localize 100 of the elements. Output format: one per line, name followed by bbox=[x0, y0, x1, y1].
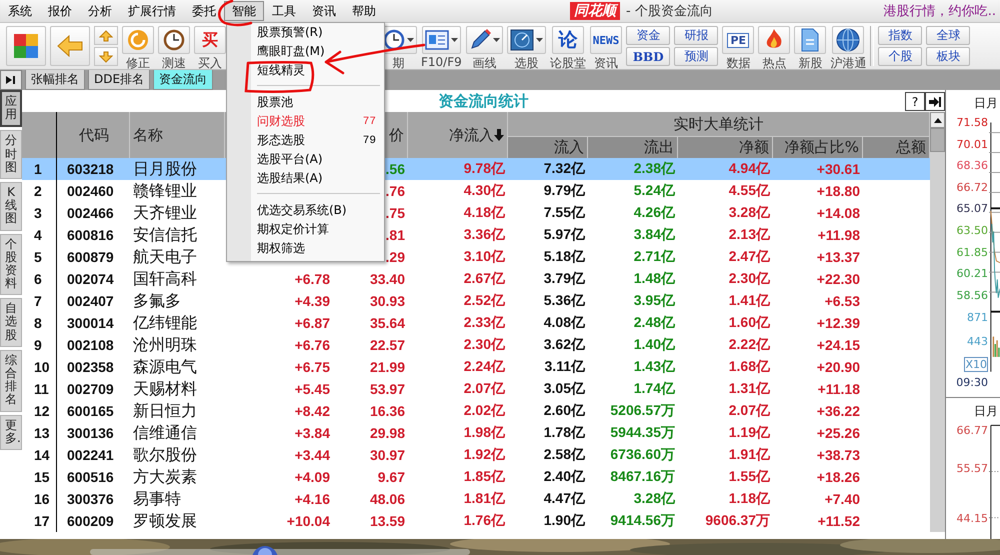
menu-item[interactable]: 帮助 bbox=[344, 1, 384, 21]
table-row[interactable]: 17 600209 罗顿发展 +10.04 13.59 1.76亿 1.90亿 9414.56万 9606.37万 +11.52 bbox=[22, 510, 930, 532]
menu-item[interactable]: 资讯 bbox=[304, 1, 344, 21]
column-header[interactable]: 流入 bbox=[508, 136, 588, 158]
menu-item[interactable]: 问财选股 77 bbox=[227, 112, 384, 131]
menu-item[interactable]: 智能 bbox=[224, 1, 264, 21]
toolbar-button[interactable]: 板块 bbox=[926, 47, 970, 66]
toolbar-button[interactable]: BBD bbox=[626, 47, 670, 66]
table-cell: 5 bbox=[34, 249, 42, 265]
column-header[interactable]: 净额 bbox=[678, 136, 773, 158]
sidebar-tab[interactable]: 更多.. bbox=[0, 414, 22, 450]
menu-item[interactable]: 期权定价计算 bbox=[227, 220, 384, 239]
table-cell: +13.37 bbox=[816, 249, 860, 265]
sidebar-tab[interactable]: 分时图 bbox=[0, 130, 22, 179]
tab[interactable]: DDE排名 bbox=[88, 70, 150, 90]
scrollbar-thumb[interactable] bbox=[930, 128, 945, 152]
sidebar-tab[interactable]: K线图 bbox=[0, 182, 22, 230]
table-row[interactable]: 14 002241 歌尔股份 +3.44 30.97 1.92亿 2.58亿 6736.60万 1.91亿 +38.73 bbox=[22, 444, 930, 466]
table-row[interactable]: 6 002074 国轩高科 +6.78 33.40 2.67亿 3.79亿 1.48亿 2.30亿 +22.30 bbox=[22, 268, 930, 290]
table-row[interactable]: 16 300376 易事特 +4.16 48.06 1.81亿 4.47亿 3.28亿 1.18亿 +7.40 bbox=[22, 488, 930, 510]
menu-item[interactable]: 鹰眼盯盘(M) bbox=[227, 42, 384, 61]
table-cell: 3.28亿 bbox=[728, 204, 770, 222]
table-cell: 002407 bbox=[67, 293, 114, 309]
menu-item[interactable]: 报价 bbox=[40, 1, 80, 21]
menu-item[interactable]: 扩展行情 bbox=[120, 1, 184, 21]
sidebar-tab[interactable]: 应用 bbox=[0, 90, 22, 128]
table-row[interactable]: 12 600165 新日恒力 +8.42 16.36 2.02亿 2.60亿 5206.57万 2.07亿 +36.22 bbox=[22, 400, 930, 422]
column-header[interactable]: 流出 bbox=[588, 136, 678, 158]
toolbar-button[interactable]: 资金 bbox=[626, 26, 670, 45]
scroll-down-button[interactable] bbox=[94, 47, 118, 66]
table-row[interactable]: 13 300136 信维通信 +3.84 29.98 1.98亿 1.78亿 5944.35万 1.19亿 +25.26 bbox=[22, 422, 930, 444]
menu-item[interactable]: 期权筛选 bbox=[227, 239, 384, 258]
table-cell: 002709 bbox=[67, 381, 114, 397]
sidebar-tab[interactable]: 个股资料 bbox=[0, 234, 22, 296]
axis-label: 66.77 bbox=[956, 423, 988, 440]
promo-link[interactable]: 港股行情，约你吃.. bbox=[884, 2, 996, 20]
menu-item[interactable]: 委托 bbox=[184, 1, 224, 21]
toolbar-button[interactable]: 个股 bbox=[878, 47, 922, 66]
menu-item[interactable]: 优选交易系统(B) bbox=[227, 201, 384, 220]
table-cell: 3.36亿 bbox=[464, 226, 505, 244]
table-cell: +11.98 bbox=[818, 227, 860, 243]
table-cell: 29.98 bbox=[370, 425, 405, 441]
table-cell: 4.18亿 bbox=[464, 204, 505, 222]
table-row[interactable]: 10 002358 森源电气 +6.75 21.99 2.24亿 3.11亿 1.43亿 1.68亿 +20.90 bbox=[22, 356, 930, 378]
menu-item[interactable]: 短线精灵 bbox=[227, 61, 384, 80]
table-cell: 600516 bbox=[67, 469, 114, 485]
tab[interactable]: 张幅排名 bbox=[25, 70, 85, 90]
tab[interactable]: 资金流向 bbox=[153, 70, 214, 90]
axis-label: 70.01 bbox=[956, 136, 988, 153]
table-cell: 9.78亿 bbox=[464, 160, 505, 178]
table-cell: +24.15 bbox=[816, 337, 860, 353]
menu-item[interactable]: 股票池 bbox=[227, 93, 384, 112]
menu-item[interactable]: 系统 bbox=[0, 1, 40, 21]
table-cell: 3.79亿 bbox=[544, 270, 585, 288]
table-cell: 2.22亿 bbox=[728, 336, 770, 354]
table-cell: 1.81亿 bbox=[464, 490, 505, 508]
table-cell: 赣锋锂业 bbox=[133, 180, 197, 202]
help-button[interactable]: ? bbox=[905, 92, 925, 111]
news-icon: NEWS bbox=[592, 34, 620, 46]
column-header[interactable]: 净额占比% bbox=[773, 136, 863, 158]
scroll-up-button[interactable] bbox=[930, 112, 945, 128]
table-cell: 600165 bbox=[67, 403, 114, 419]
collapse-button[interactable] bbox=[925, 92, 945, 111]
scrollbar[interactable] bbox=[930, 112, 945, 532]
table-cell: 2.33亿 bbox=[464, 314, 505, 332]
table-cell: 2.07亿 bbox=[728, 402, 770, 420]
toolbar-button[interactable]: 全球 bbox=[926, 26, 970, 45]
expand-icon bbox=[6, 75, 16, 85]
table-row[interactable]: 9 002108 沧州明珠 +6.76 22.57 2.30亿 3.62亿 1.40亿 2.22亿 +24.15 bbox=[22, 334, 930, 356]
table-cell: 15 bbox=[34, 469, 50, 485]
axis-label: 65.07 bbox=[956, 201, 988, 218]
toolbar-button[interactable]: 指数 bbox=[878, 26, 922, 45]
table-cell: 33.40 bbox=[370, 271, 405, 287]
table-cell: +4.16 bbox=[294, 491, 330, 507]
toolbar-button[interactable] bbox=[6, 26, 46, 66]
menu-item[interactable]: 工具 bbox=[264, 1, 304, 21]
table-row[interactable]: 8 300014 亿纬锂能 +6.87 35.64 2.33亿 4.08亿 2.48亿 1.60亿 +12.39 bbox=[22, 312, 930, 334]
column-header[interactable]: 总额 bbox=[863, 136, 930, 158]
table-cell: 1.76亿 bbox=[464, 512, 505, 530]
menu-item[interactable]: 股票预警(R) bbox=[227, 23, 384, 42]
table-cell: 22.57 bbox=[370, 337, 405, 353]
table-cell: 5.24亿 bbox=[634, 182, 675, 200]
sidebar-tab[interactable]: 自选股 bbox=[0, 298, 22, 347]
window-title: - 个股资金流向 bbox=[626, 3, 713, 20]
toolbar-button[interactable]: 研报 bbox=[674, 26, 718, 45]
panel-toggle-button[interactable] bbox=[0, 70, 22, 90]
table-cell: 2.40亿 bbox=[544, 468, 585, 486]
hand-drawn-box bbox=[244, 61, 314, 93]
table-cell: +18.80 bbox=[816, 183, 860, 199]
table-cell: +3.44 bbox=[294, 447, 330, 463]
menu-item[interactable]: 分析 bbox=[80, 1, 120, 21]
table-row[interactable]: 7 002407 多氟多 +4.39 30.93 2.52亿 5.36亿 3.95亿 1.41亿 +6.53 bbox=[22, 290, 930, 312]
table-row[interactable]: 15 600516 方大炭素 +4.09 9.67 1.85亿 2.40亿 8467.16万 1.55亿 +18.26 bbox=[22, 466, 930, 488]
table-cell: 9606.37万 bbox=[705, 512, 770, 530]
toolbar-button[interactable] bbox=[50, 26, 90, 66]
toolbar-button[interactable]: 预测 bbox=[674, 47, 718, 66]
table-row[interactable]: 11 002709 天赐材料 +5.45 53.97 2.07亿 3.05亿 1.74亿 1.31亿 +11.18 bbox=[22, 378, 930, 400]
axis-label: 63.50 bbox=[956, 222, 988, 239]
sidebar-tab[interactable]: 综合排名 bbox=[0, 350, 22, 412]
menu-item[interactable]: 形态选股 79 bbox=[227, 131, 384, 150]
